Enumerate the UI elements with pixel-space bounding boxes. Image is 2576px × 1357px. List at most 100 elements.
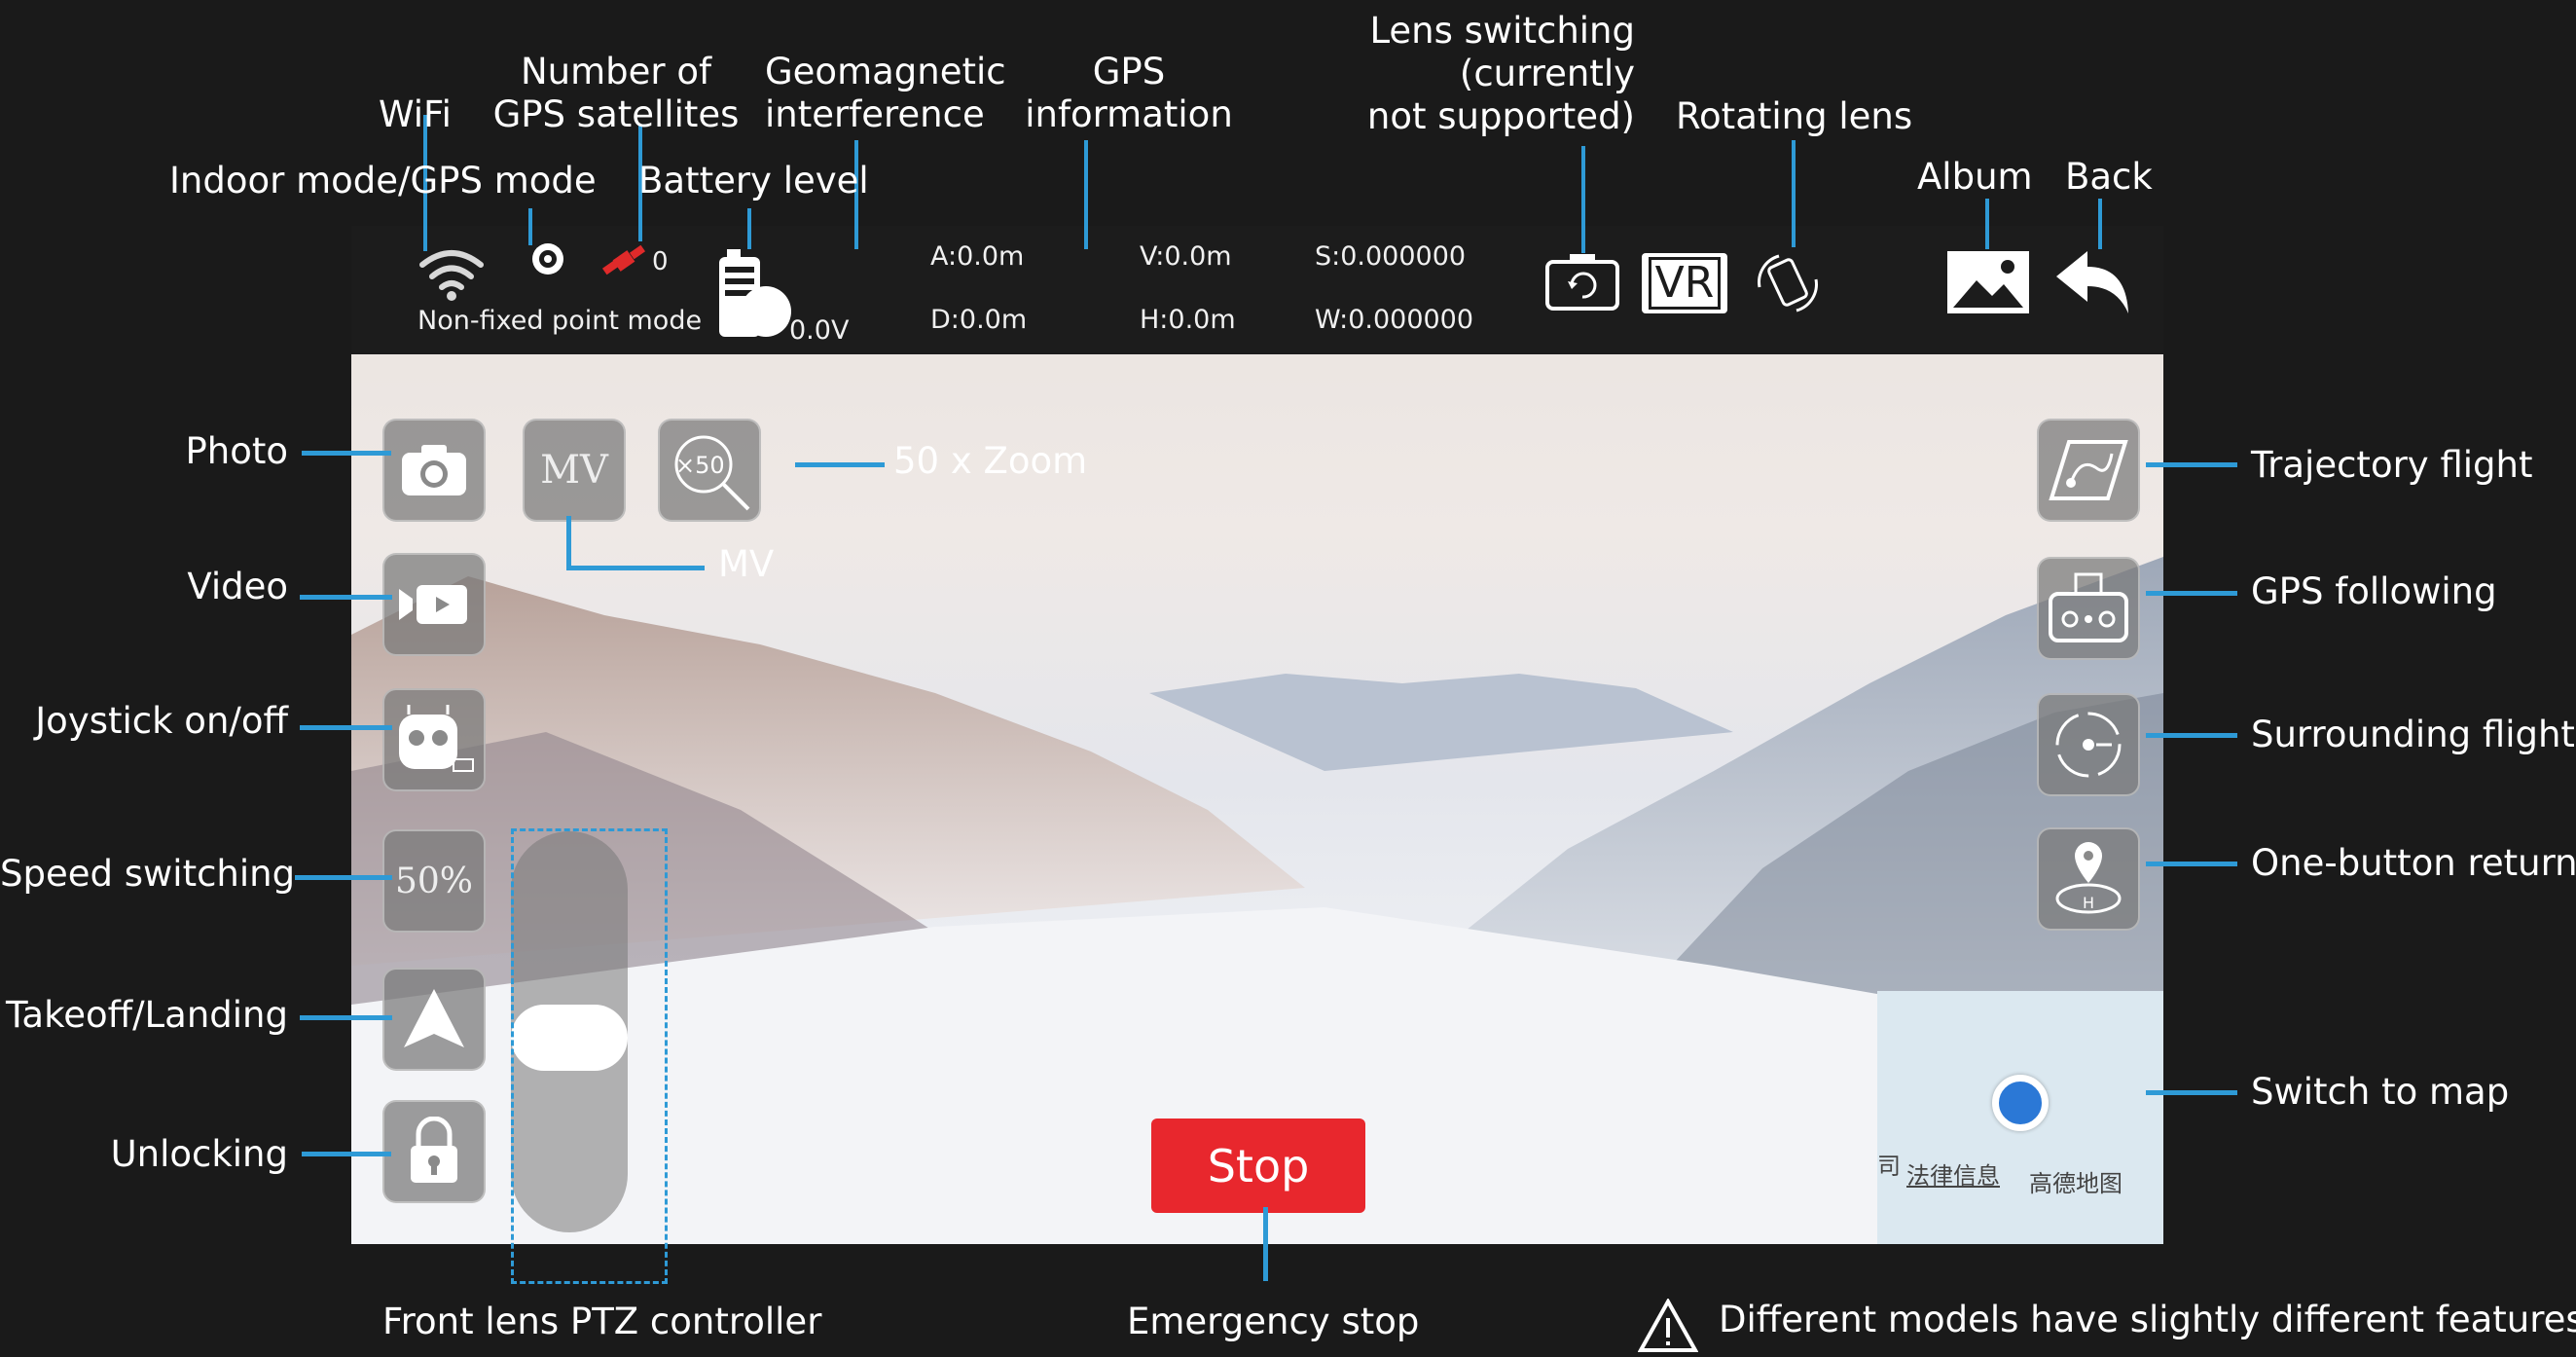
satellite-count: 0 [652,247,669,276]
gps-horizontal-speed: H:0.0m [1140,305,1236,335]
leader-rotate [1792,140,1796,247]
leader-back [2098,199,2102,249]
joystick-icon [399,705,474,772]
label-wifi: WiFi [379,93,452,135]
warning-icon [1637,1297,1699,1353]
back-icon[interactable] [2052,247,2134,317]
leader-speed [295,875,392,880]
leader-lens [1581,146,1585,253]
battery-icon [717,245,795,343]
label-satellites: Number of GPS satellites [492,51,740,135]
gps-latitude: S:0.000000 [1315,241,1467,272]
label-gps-follow: GPS following [2251,570,2497,612]
leader-album [1985,199,1989,249]
label-surround: Surrounding flight [2251,714,2575,755]
gps-vertical-speed: V:0.0m [1140,241,1232,272]
label-album: Album [1917,156,2033,198]
label-trajectory: Trajectory flight [2251,444,2533,486]
label-joystick: Joystick on/off [35,700,288,742]
label-unlock: Unlocking [110,1133,288,1175]
label-return: One-button return [2251,842,2576,884]
camera-icon [402,445,466,495]
leader-takeoff [300,1015,392,1020]
leader-surround [2146,733,2237,738]
album-icon[interactable] [1947,251,2029,313]
label-indoor: Indoor mode/GPS mode [169,160,597,202]
lens-switch-icon[interactable] [1543,251,1621,313]
takeoff-arrow-icon [404,989,464,1047]
wifi-icon [417,247,486,302]
mv-label: MV [540,448,608,493]
leader-gps-follow [2146,591,2237,596]
label-geomagnetic: Geomagnetic interference [765,51,1006,135]
label-mv: MV [718,543,775,585]
speed-value: 50% [394,861,473,901]
leader-indoor [528,208,532,245]
label-note: Different models have slightly different… [1719,1299,2576,1340]
leader-return [2146,862,2237,866]
top-status-bar: 0 Non-fixed point mode 0.0V A:0.0m D:0.0… [351,226,2163,354]
leader-trajectory [2146,462,2237,467]
map-brand: 高德地图 [2029,1170,2122,1197]
emergency-stop-button[interactable]: Stop [1151,1119,1365,1213]
label-map: Switch to map [2251,1071,2510,1113]
trajectory-icon [2049,440,2128,500]
label-battery: Battery level [638,160,869,202]
map-legal-link[interactable]: 法律信息 [1906,1156,2000,1191]
flight-mode-text: Non-fixed point mode [417,306,703,336]
label-back: Back [2065,156,2153,198]
leader-mv-v [566,516,571,570]
leader-joystick [300,725,392,730]
label-photo: Photo [185,430,288,472]
svg-text:H: H [2083,894,2094,912]
gps-altitude: A:0.0m [930,241,1025,272]
label-gps: GPS information [1025,51,1233,135]
speed-button[interactable]: 50% [382,829,486,933]
map-prefix: 司 [1877,1153,1901,1180]
gps-longitude: W:0.000000 [1315,305,1474,335]
mv-button[interactable]: MV [523,419,626,522]
label-lens: Lens switching (currently not supported) [1366,10,1635,137]
zoom-button[interactable]: ×50 [658,419,761,522]
indoor-mode-icon[interactable] [526,238,569,280]
leader-unlock [302,1152,391,1156]
label-takeoff: Takeoff/Landing [5,994,288,1036]
leader-battery [747,208,751,249]
trajectory-flight-button[interactable] [2037,419,2140,522]
gps-distance: D:0.0m [930,305,1028,335]
surround-icon [2055,712,2122,778]
satellite-icon [599,239,648,284]
leader-mv-h [566,566,705,570]
label-speed: Speed switching [0,853,296,895]
gps-following-button[interactable] [2037,557,2140,660]
rotate-lens-icon[interactable] [1749,247,1827,319]
battery-voltage: 0.0V [789,315,850,346]
label-video: Video [187,566,288,607]
label-zoom: 50 x Zoom [893,440,1088,482]
ptz-highlight-box [511,828,668,1284]
video-camera-icon [399,585,467,624]
label-ptz: Front lens PTZ controller [382,1301,822,1342]
surrounding-flight-button[interactable] [2037,693,2140,796]
label-rotate: Rotating lens [1676,95,1913,137]
leader-gps [1084,140,1088,249]
leader-stop [1263,1207,1268,1281]
video-button[interactable] [382,553,486,656]
label-emergency: Emergency stop [1127,1301,1420,1342]
leader-photo [302,451,391,456]
zoom-value: ×50 [675,452,725,479]
photo-button[interactable] [382,419,486,522]
leader-video [300,595,392,600]
leader-zoom [795,462,885,467]
vr-button[interactable]: VR [1642,253,1727,313]
one-button-return-button[interactable]: H [2037,827,2140,931]
unlock-button[interactable] [382,1100,486,1203]
lock-icon [411,1117,457,1183]
leader-map [2146,1090,2237,1095]
vr-label: VR [1648,257,1722,310]
map-thumbnail[interactable]: 司 法律信息 高德地图 [1877,991,2163,1244]
location-dot [1992,1075,2049,1131]
home-return-icon: H [2055,842,2122,914]
takeoff-landing-button[interactable] [382,968,486,1071]
joystick-button[interactable] [382,688,486,791]
